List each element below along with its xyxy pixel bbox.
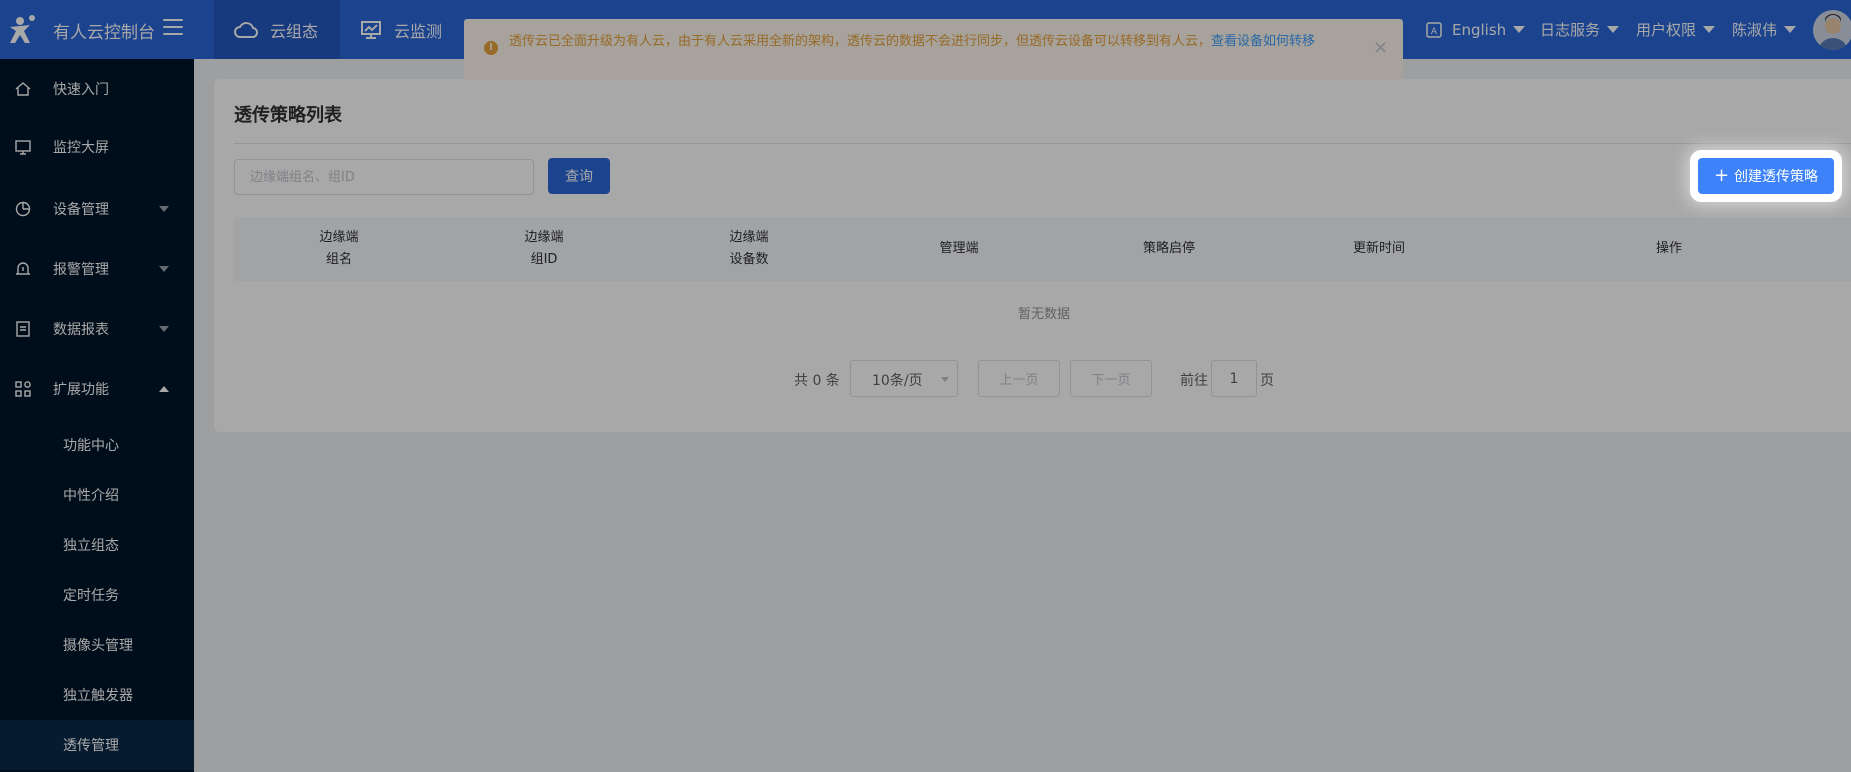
chevron-down-icon <box>159 206 169 212</box>
sidebar-item-label: 报警管理 <box>53 262 109 278</box>
page-size-select[interactable]: 10条/页 <box>850 360 958 397</box>
column-header-device-count: 边缘端 设备数 <box>729 230 769 267</box>
sidebar-subitem-passthrough-management[interactable]: 透传管理 <box>0 720 194 770</box>
user-menu[interactable]: 陈淑伟 <box>1732 0 1797 59</box>
column-header-strategy-toggle: 策略启停 <box>1142 241 1195 256</box>
create-strategy-button[interactable]: + 创建透传策略 <box>1698 158 1834 194</box>
sidebar-subitem-label: 功能中心 <box>63 438 119 454</box>
notice-message: 透传云已全面升级为有人云，由于有人云采用全新的架构，透传云的数据不会进行同步，但… <box>509 34 1212 49</box>
extension-icon <box>15 381 31 397</box>
brand-name: 有人云控制台 <box>53 23 155 43</box>
nav-cloud-monitor[interactable]: 云监测 <box>340 0 442 59</box>
query-button[interactable]: 查询 <box>548 158 610 194</box>
sidebar-item-device-management[interactable]: 设备管理 <box>0 179 194 239</box>
sidebar-subitem-camera-management[interactable]: 摄像头管理 <box>0 620 194 670</box>
cloud-icon <box>234 21 258 38</box>
sidebar-subitem-label: 定时任务 <box>63 588 119 604</box>
prev-page-button[interactable]: 上一页 <box>978 360 1060 397</box>
sidebar: 快速入门 监控大屏 设备管理 报警管理 数据报表 扩展功能 功能中心 中性介绍 … <box>0 59 194 772</box>
monitor-chart-icon <box>361 20 381 39</box>
notice-link[interactable]: 查看设备如何转移 <box>1211 34 1315 49</box>
sidebar-subitem-feature-center[interactable]: 功能中心 <box>0 420 194 470</box>
log-service-label: 日志服务 <box>1540 21 1601 39</box>
translate-icon: A <box>1426 21 1442 38</box>
sidebar-item-label: 数据报表 <box>53 322 109 338</box>
report-icon <box>16 321 30 337</box>
language-label: English <box>1452 20 1507 39</box>
logo-icon <box>10 15 35 43</box>
warning-icon: ! <box>484 41 498 55</box>
device-icon <box>15 201 31 217</box>
sidebar-subitem-label: 独立组态 <box>63 538 119 554</box>
sidebar-item-label: 快速入门 <box>53 82 109 98</box>
sidebar-subitem-neutral-intro[interactable]: 中性介绍 <box>0 470 194 520</box>
search-input[interactable] <box>234 159 534 195</box>
close-icon[interactable]: × <box>1373 37 1388 58</box>
sidebar-item-extensions[interactable]: 扩展功能 <box>0 359 194 419</box>
user-permissions-label: 用户权限 <box>1636 21 1697 39</box>
pagination-suffix: 页 <box>1260 373 1274 389</box>
chevron-down-icon <box>941 377 949 382</box>
chevron-down-icon <box>159 266 169 272</box>
chevron-down-icon <box>159 326 169 332</box>
divider <box>234 143 1851 144</box>
sidebar-subitem-scheduled-tasks[interactable]: 定时任务 <box>0 570 194 620</box>
sidebar-item-quick-start[interactable]: 快速入门 <box>0 59 194 119</box>
user-permissions-menu[interactable]: 用户权限 <box>1636 0 1716 59</box>
sidebar-subitem-label: 独立触发器 <box>63 688 133 704</box>
nav-label: 云组态 <box>270 21 319 41</box>
sidebar-subitem-label: 中性介绍 <box>63 488 119 504</box>
column-header-update-time: 更新时间 <box>1352 241 1405 256</box>
menu-toggle-icon[interactable] <box>163 19 183 39</box>
chevron-down-icon <box>1703 26 1716 33</box>
chevron-down-icon <box>1607 26 1620 33</box>
home-icon <box>15 82 31 96</box>
chevron-down-icon <box>1784 26 1797 33</box>
sidebar-item-monitor-screen[interactable]: 监控大屏 <box>0 117 194 177</box>
svg-text:A: A <box>1431 27 1438 37</box>
sidebar-subitem-label: 摄像头管理 <box>63 638 133 654</box>
table-header: 边缘端 组名 边缘端 组ID 边缘端 设备数 管理端 策略启停 更新时间 操作 <box>234 217 1851 281</box>
column-header-group-name: 边缘端 组名 <box>319 230 359 267</box>
sidebar-item-data-reports[interactable]: 数据报表 <box>0 299 194 359</box>
sidebar-subitem-standalone-trigger[interactable]: 独立触发器 <box>0 670 194 720</box>
nav-label: 云监测 <box>394 21 443 41</box>
sidebar-item-label: 扩展功能 <box>53 382 109 398</box>
notice-text: 透传云已全面升级为有人云，由于有人云采用全新的架构，透传云的数据不会进行同步，但… <box>509 34 1349 49</box>
language-select[interactable]: A English <box>1426 0 1526 59</box>
chevron-down-icon <box>1513 26 1526 33</box>
upgrade-notice: ! 透传云已全面升级为有人云，由于有人云采用全新的架构，透传云的数据不会进行同步… <box>464 19 1403 80</box>
monitor-icon <box>15 140 31 155</box>
create-strategy-label: 创建透传策略 <box>1734 169 1819 185</box>
sidebar-item-label: 设备管理 <box>53 202 109 218</box>
sidebar-subitem-label: 透传管理 <box>63 738 119 754</box>
sidebar-item-alarm-management[interactable]: 报警管理 <box>0 239 194 299</box>
strategy-list-card: 透传策略列表 查询 边缘端组名 边缘端组ID 边缘端设备数 管理端 策略启停 更… <box>214 79 1851 432</box>
chevron-up-icon <box>159 386 169 392</box>
page-size-value: 10条/页 <box>872 373 923 389</box>
pagination-goto-label: 前往 <box>1180 373 1208 389</box>
empty-state: 暂无数据 <box>1017 307 1070 322</box>
avatar[interactable] <box>1813 10 1851 50</box>
avatar-icon <box>1819 14 1847 50</box>
page-number-input[interactable] <box>1211 360 1257 397</box>
log-service-menu[interactable]: 日志服务 <box>1540 0 1620 59</box>
alarm-icon <box>16 262 30 275</box>
username: 陈淑伟 <box>1732 21 1778 39</box>
sidebar-item-label: 监控大屏 <box>53 140 109 156</box>
next-page-button[interactable]: 下一页 <box>1070 360 1152 397</box>
column-header-actions: 操作 <box>1655 241 1682 256</box>
column-header-management: 管理端 <box>939 241 979 256</box>
nav-cloud-config[interactable]: 云组态 <box>214 0 340 59</box>
plus-icon: + <box>1713 165 1730 186</box>
column-header-group-id: 边缘端 组ID <box>524 230 564 267</box>
sidebar-subitem-standalone-config[interactable]: 独立组态 <box>0 520 194 570</box>
pagination-total: 共 0 条 <box>794 373 840 389</box>
page-title: 透传策略列表 <box>234 105 342 126</box>
